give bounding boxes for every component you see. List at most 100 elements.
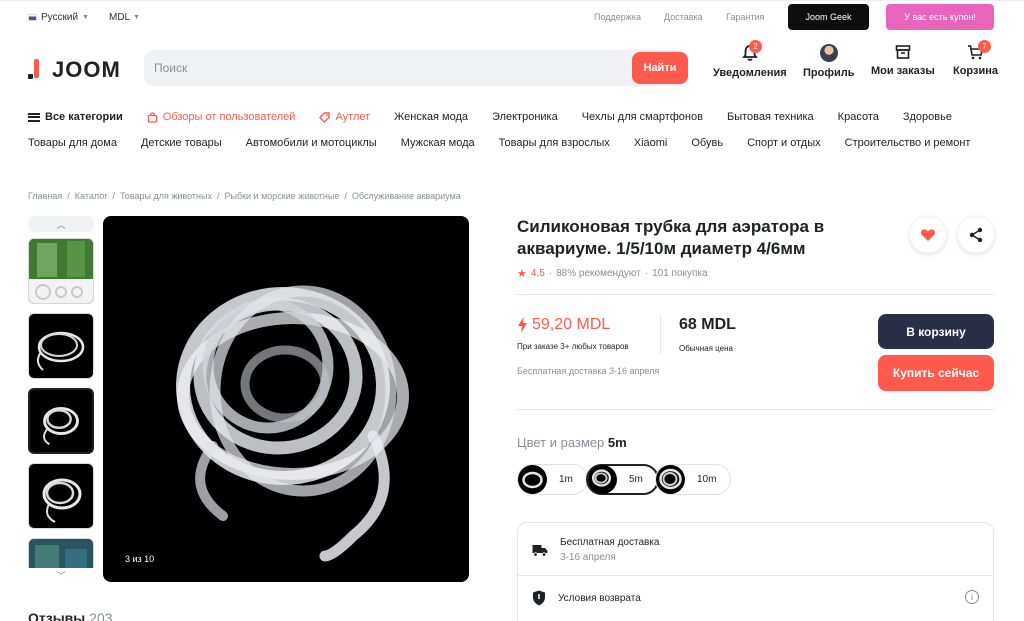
- search-input[interactable]: [154, 50, 624, 86]
- variant-label: Цвет и размер 5m: [517, 435, 627, 450]
- language-selector[interactable]: Русский ▼: [28, 12, 89, 23]
- delivery-title: Бесплатная доставка: [560, 537, 660, 548]
- nav-auto[interactable]: Автомобили и мотоциклы: [246, 137, 377, 149]
- variant-option-10m[interactable]: 10m: [655, 464, 732, 495]
- favorite-button[interactable]: [910, 217, 946, 253]
- share-button[interactable]: [958, 217, 994, 253]
- variant-label-text: Цвет и размер: [517, 435, 605, 450]
- product-main-image[interactable]: 3 из 10: [103, 216, 469, 582]
- nav-construction[interactable]: Строительство и ремонт: [845, 137, 971, 149]
- category-nav: Все категории Обзоры от пользователей Ау…: [28, 111, 976, 123]
- variant-option-5m[interactable]: 5m: [586, 464, 659, 495]
- breadcrumb-item[interactable]: Обслуживание аквариума: [352, 191, 461, 201]
- nav-phone-cases[interactable]: Чехлы для смартфонов: [582, 111, 703, 123]
- variant-label-5m: 5m: [629, 474, 643, 485]
- orders-button[interactable]: Мои заказы: [871, 44, 935, 77]
- shield-icon: [533, 590, 545, 606]
- joom-geek-button[interactable]: Joom Geek: [788, 4, 869, 30]
- nav-health[interactable]: Здоровье: [903, 111, 952, 123]
- nav-home-goods[interactable]: Товары для дома: [28, 137, 117, 149]
- support-link[interactable]: Поддержка: [594, 12, 641, 22]
- lightning-icon: [518, 317, 527, 333]
- variant-option-1m[interactable]: 1m: [517, 464, 588, 495]
- add-to-cart-button[interactable]: В корзину: [878, 314, 994, 349]
- search-bar: [144, 50, 689, 86]
- cart-label: Корзина: [953, 65, 998, 77]
- rating-score: 4,5: [530, 268, 545, 279]
- reviews-label: Отзывы: [28, 610, 86, 621]
- joom-logo[interactable]: JOOM: [28, 57, 121, 83]
- delivery-row[interactable]: Бесплатная доставка 3-16 апреля: [532, 537, 659, 563]
- avatar: [819, 44, 838, 62]
- nav-sport[interactable]: Спорт и отдых: [747, 137, 821, 149]
- nav-kids[interactable]: Детские товары: [141, 137, 222, 149]
- rating-summary[interactable]: ★ 4,5 · 88% рекомендуют · 101 покупка: [517, 267, 708, 280]
- category-nav-secondary: Товары для дома Детские товары Автомобил…: [28, 137, 994, 149]
- image-counter: 3 из 10: [125, 554, 155, 564]
- sale-price: 59,20 MDL: [517, 316, 610, 334]
- user-reviews-link[interactable]: Обзоры от пользователей: [147, 111, 296, 123]
- breadcrumb-item[interactable]: Рыбки и морские животные: [224, 191, 339, 201]
- nav-electronics[interactable]: Электроника: [492, 111, 558, 123]
- tube-thumbnail-image: [42, 478, 82, 523]
- thumbnails-scroll-down[interactable]: ﹀: [28, 568, 94, 582]
- variant-label-10m: 10m: [697, 474, 717, 485]
- thumbnail-1[interactable]: [28, 238, 94, 304]
- breadcrumb-item[interactable]: Товары для животных: [120, 191, 212, 201]
- breadcrumb-separator: /: [344, 191, 347, 201]
- profile-label: Профиль: [803, 67, 855, 79]
- logo-icon: [28, 59, 42, 81]
- profile-button[interactable]: Профиль: [803, 44, 854, 79]
- thumbnails-scroll-up[interactable]: ︿: [28, 216, 94, 232]
- thumbnail-4[interactable]: [28, 463, 94, 529]
- delivery-link[interactable]: Доставка: [664, 12, 703, 22]
- silicone-tube-coil-image: [176, 285, 409, 562]
- breadcrumb-item[interactable]: Каталог: [75, 191, 108, 201]
- divider: [517, 294, 994, 295]
- star-icon: ★: [517, 268, 527, 280]
- cart-button[interactable]: 7 Корзина: [953, 40, 998, 77]
- box-icon: [895, 45, 911, 59]
- nav-womens-fashion[interactable]: Женская мода: [394, 111, 468, 123]
- regular-price-note: Обычная цена: [679, 344, 733, 353]
- divider: [518, 575, 993, 576]
- nav-xiaomi[interactable]: Xiaomi: [634, 137, 668, 149]
- notifications-button[interactable]: 2 Уведомления: [713, 40, 787, 79]
- thumbnail-2[interactable]: [28, 313, 94, 379]
- variant-label-1m: 1m: [559, 474, 573, 485]
- thumbnail-3[interactable]: [28, 388, 94, 454]
- nav-shoes[interactable]: Обувь: [691, 137, 723, 149]
- flag-icon: [28, 14, 37, 21]
- breadcrumb: Главная / Каталог / Товары для животных / Р…: [28, 191, 461, 201]
- all-categories-link[interactable]: Все категории: [28, 111, 123, 123]
- variant-selected-value: 5m: [607, 435, 627, 450]
- cart-badge: 7: [978, 40, 991, 53]
- dot-separator: ·: [548, 268, 553, 279]
- chevron-up-icon: ︿: [56, 219, 66, 230]
- coupon-button[interactable]: У вас есть купон!: [886, 4, 994, 30]
- nav-adult[interactable]: Товары для взрослых: [499, 137, 610, 149]
- user-reviews-label: Обзоры от пользователей: [162, 111, 296, 123]
- recommend-rate: 88% рекомендуют: [556, 268, 641, 279]
- info-icon[interactable]: i: [965, 590, 979, 604]
- returns-row[interactable]: Условия возврата: [532, 590, 641, 606]
- breadcrumb-separator: /: [216, 191, 220, 201]
- nav-mens-fashion[interactable]: Мужская мода: [401, 137, 475, 149]
- nav-appliances[interactable]: Бытовая техника: [727, 111, 814, 123]
- currency-selector[interactable]: MDL ▼: [109, 12, 140, 23]
- breadcrumb-separator: /: [112, 191, 116, 201]
- outlet-link[interactable]: Аутлет: [319, 111, 370, 123]
- nav-beauty[interactable]: Красота: [838, 111, 879, 123]
- warranty-link[interactable]: Гарантия: [726, 12, 764, 22]
- buy-now-button[interactable]: Купить сейчас: [878, 355, 994, 391]
- variant-thumbnail: [588, 465, 617, 494]
- language-label: Русский: [41, 12, 79, 23]
- delivery-dates: 3-16 апреля: [560, 552, 616, 563]
- sale-price-note: При заказе 3+ любых товаров: [517, 342, 629, 351]
- search-button[interactable]: Найти: [632, 52, 688, 84]
- notifications-badge: 2: [749, 40, 762, 53]
- product-title: Силиконовая трубка для аэратора в аквари…: [517, 217, 825, 258]
- breadcrumb-item[interactable]: Главная: [28, 191, 62, 201]
- reviews-count: 203: [89, 610, 113, 621]
- chevron-down-icon: ▼: [133, 14, 141, 21]
